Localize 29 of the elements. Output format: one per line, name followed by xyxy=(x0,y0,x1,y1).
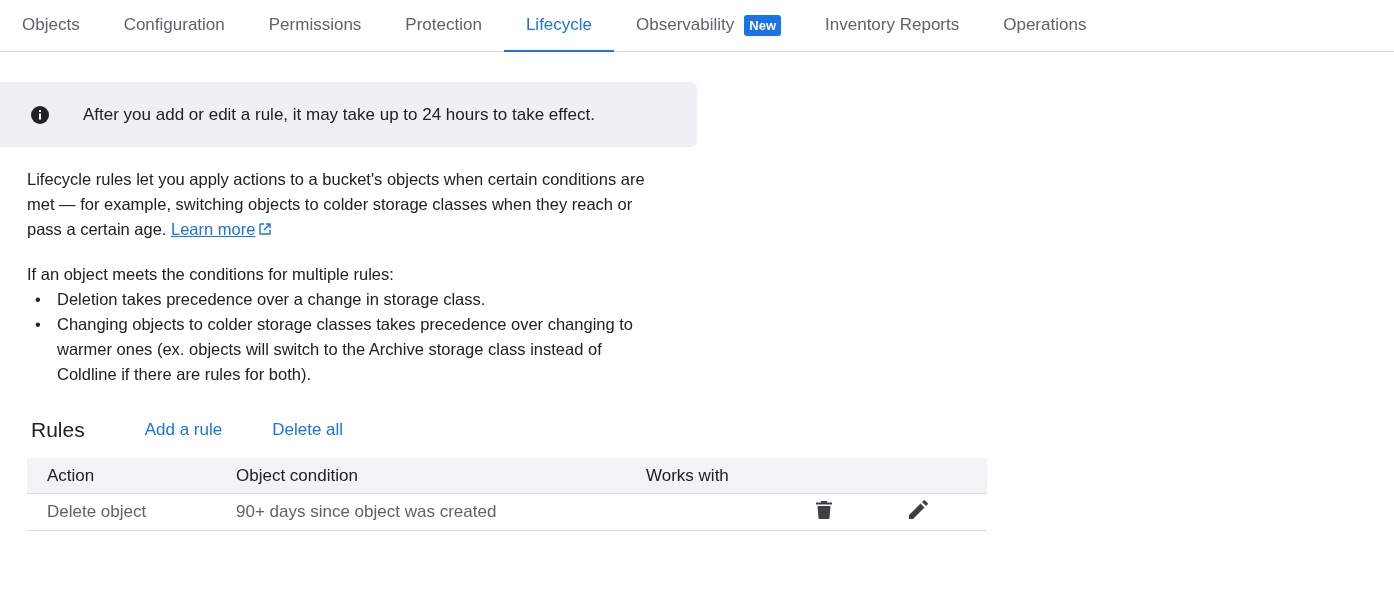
info-icon xyxy=(30,104,50,125)
rules-action-link[interactable]: Add a rule xyxy=(144,420,223,440)
table-cell: Delete object xyxy=(47,502,147,521)
tab[interactable]: Lifecycle xyxy=(503,0,615,52)
learn-more-link[interactable]: Learn more xyxy=(171,220,273,238)
tab[interactable]: Observability New xyxy=(614,0,804,52)
tab[interactable]: Inventory Reports xyxy=(803,0,982,52)
new-badge: New xyxy=(744,14,782,36)
column-header: Action xyxy=(27,458,216,494)
tab[interactable]: Operations xyxy=(981,0,1109,52)
column-header: Works with xyxy=(626,458,796,494)
intro-paragraph: Lifecycle rules let you apply actions to a bucket's objects when certain conditions are met — for example, switching objects to colder storage classes when they reach or pass a certain age. Learn more xyxy=(27,169,646,240)
external-link-icon xyxy=(258,222,273,236)
precedence-item: Changing objects to colder storage classes takes precedence over changing to warmer ones (ex. objects will switch to the Archive storage class instead of Coldline if there are rules for both). xyxy=(57,314,635,385)
tab[interactable]: Permissions xyxy=(246,0,384,52)
bullet-marker: • xyxy=(35,289,42,310)
banner-text: After you add or edit a rule, it may take up to 24 hours to take effect. xyxy=(83,104,595,125)
rules-title: Rules xyxy=(31,418,85,442)
precedence-heading: If an object meets the conditions for multiple rules: xyxy=(27,264,395,285)
delete-icon[interactable] xyxy=(816,500,832,519)
tab[interactable]: Objects xyxy=(0,0,102,52)
rules-action-link[interactable]: Delete all xyxy=(272,420,344,440)
bullet-marker: • xyxy=(35,314,42,335)
column-header: Object condition xyxy=(216,458,626,494)
edit-icon[interactable] xyxy=(909,500,928,519)
tab[interactable]: Configuration xyxy=(101,0,247,52)
precedence-item: Deletion takes precedence over a change in storage class. xyxy=(57,289,486,310)
tab[interactable]: Protection xyxy=(383,0,504,52)
table-cell: 90+ days since object was created xyxy=(236,502,497,521)
